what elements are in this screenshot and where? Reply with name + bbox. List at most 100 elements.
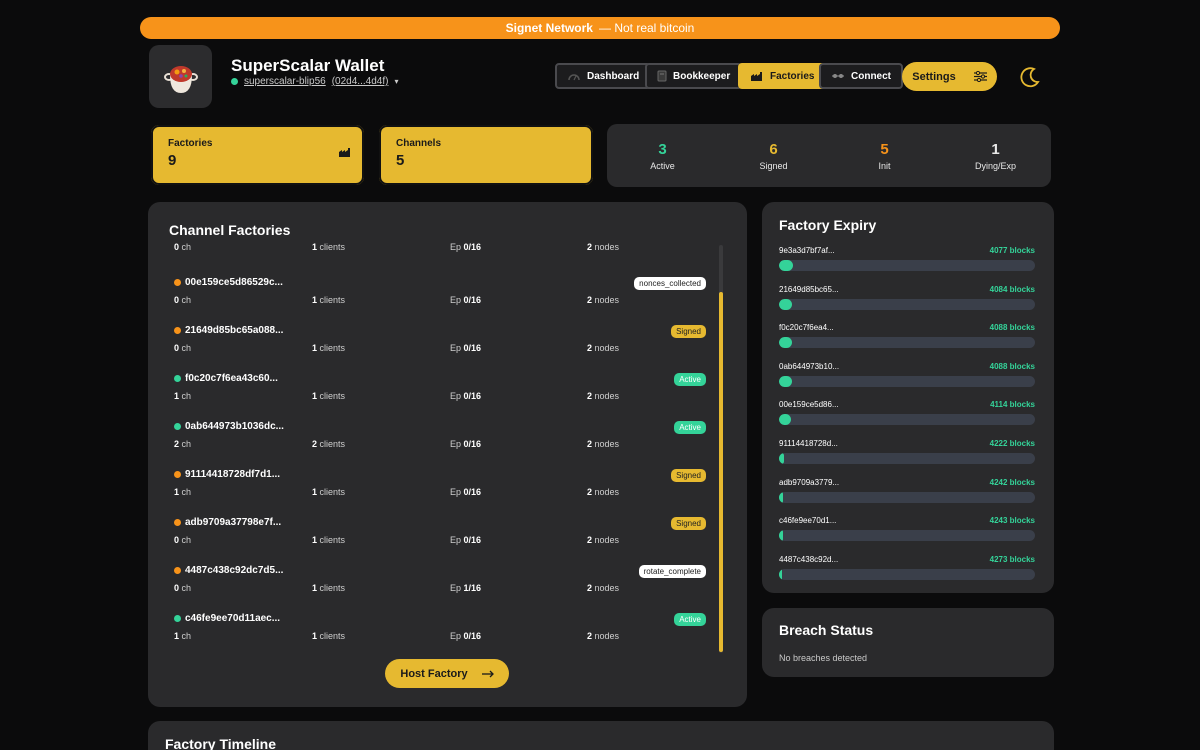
expiry-progress-bar (779, 298, 1035, 310)
expiry-row: f0c20c7f6ea4... 4088 blocks (779, 323, 1035, 349)
scrollbar-thumb[interactable] (719, 292, 723, 652)
expiry-progress-fill (779, 375, 792, 387)
settings-button[interactable]: Settings (902, 62, 997, 91)
factory-row[interactable]: 21649d85bc65a088... Signed 0 ch 1 clients Ep… (169, 314, 717, 362)
factory-row[interactable]: f0c20c7f6ea43c60... Active 1 ch 1 clients Ep… (169, 362, 717, 410)
client-count-unit: clients (319, 242, 346, 252)
epoch: Ep 0/16 (450, 439, 481, 449)
node-count: 2 nodes (587, 295, 619, 305)
node-count-unit: nodes (594, 583, 620, 593)
nav-connect[interactable]: Connect (819, 63, 903, 89)
client-count-value: 1 (312, 631, 318, 641)
factory-row[interactable]: adb9709a37798e7f... Signed 0 ch 1 clients Ep… (169, 506, 717, 554)
channel-count-value: 0 (174, 583, 180, 593)
channel-count: 2 ch (174, 439, 191, 449)
factory-status-summary: 3 Active 6 Signed 5 Init 1 Dying/Exp (607, 124, 1051, 187)
epoch-label: Ep (450, 343, 462, 353)
expiry-factory-id: f0c20c7f6ea4... (779, 323, 834, 333)
epoch-value: 0/16 (463, 535, 482, 545)
epoch-label: Ep (450, 439, 462, 449)
factory-name: 4487c438c92dc7d5... (174, 565, 283, 576)
node-count: 2 nodes (587, 631, 619, 641)
expiry-row: 9e3a3d7bf7af... 4077 blocks (779, 246, 1035, 271)
client-count-unit: clients (319, 535, 346, 545)
channel-count: 0 ch (174, 242, 191, 252)
channel-count-unit: ch (181, 391, 192, 401)
epoch-value: 0/16 (463, 295, 482, 305)
panel-title: Channel Factories (169, 222, 291, 238)
epoch-label: Ep (450, 631, 462, 641)
factories-stat-label: Factories (168, 138, 213, 149)
nav-factories[interactable]: Factories (738, 63, 827, 89)
wallet-title: SuperScalar Wallet (231, 56, 385, 75)
expiry-row: 91114418728d... 4222 blocks (779, 439, 1035, 464)
node-name-link[interactable]: superscalar-blip56 (244, 76, 326, 87)
epoch-value: 0/16 (463, 391, 482, 401)
client-count-value: 1 (312, 487, 318, 497)
client-count: 1 clients (312, 631, 345, 641)
factory-state-dot (174, 375, 181, 382)
factory-id: f0c20c7f6ea43c60... (185, 373, 278, 384)
expiry-row: adb9709a3779... 4242 blocks (779, 478, 1035, 503)
chevron-down-icon[interactable]: ▾ (394, 77, 398, 86)
client-count-unit: clients (319, 343, 346, 353)
expiry-row: 0ab644973b10... 4088 blocks (779, 362, 1035, 387)
expiry-progress-fill (779, 260, 794, 271)
node-count-value: 2 (587, 631, 593, 641)
expiry-progress-fill (779, 530, 783, 542)
expiry-factory-id: 0ab644973b10... (779, 361, 840, 371)
node-count-value: 2 (587, 391, 593, 401)
nav-bookkeeper[interactable]: Bookkeeper (645, 63, 743, 89)
channel-count-value: 0 (174, 343, 180, 353)
node-count-value: 2 (587, 343, 593, 353)
channel-count-unit: ch (181, 295, 192, 305)
nav-dashboard[interactable]: Dashboard (555, 63, 652, 89)
epoch: Ep 0/16 (450, 631, 481, 641)
channel-count-unit: ch (181, 343, 192, 353)
epoch-label: Ep (450, 295, 462, 305)
node-pubkey[interactable]: (02d4...4d4f) (332, 76, 389, 87)
channel-count: 0 ch (174, 535, 191, 545)
client-count: 1 clients (312, 242, 345, 252)
client-count: 1 clients (312, 391, 345, 401)
client-count: 1 clients (312, 487, 345, 497)
expiry-row: 00e159ce5d86... 4114 blocks (779, 400, 1035, 426)
factory-row[interactable]: c46fe9ee70d11aec... Active 1 ch 1 clients Ep… (169, 602, 717, 650)
nav-factories-label: Factories (770, 70, 815, 82)
client-count-value: 1 (312, 535, 318, 545)
expiry-progress-bar (779, 568, 1035, 580)
host-factory-button[interactable]: Host Factory (385, 659, 509, 688)
channel-count: 1 ch (174, 487, 191, 497)
expiry-factory-id: 91114418728d... (779, 439, 838, 448)
factory-state-dot (174, 423, 181, 430)
factory-row[interactable]: 00e159ce5d86529c... nonces_collected 0 ch 1… (169, 266, 717, 314)
node-count-unit: nodes (594, 487, 620, 497)
epoch-label: Ep (450, 242, 462, 252)
epoch: Ep 1/16 (450, 583, 481, 593)
panel-title: Factory Expiry (779, 217, 877, 233)
channel-count-value: 1 (174, 391, 180, 401)
factories-stat-value: 9 (168, 152, 177, 169)
status-badge: Signed (671, 469, 706, 482)
factory-list[interactable]: 0 ch 1 clients Ep 0/16 2 nodes 00e159ce5d865… (169, 242, 717, 654)
node-count-unit: nodes (594, 439, 620, 449)
node-count-value: 2 (587, 439, 593, 449)
factory-row[interactable]: 91114418728df7d1... Signed 1 ch 1 clients Ep… (169, 458, 717, 506)
status-active-count: 3 (658, 140, 667, 158)
wallet-logo (149, 45, 212, 108)
expiry-progress-fill (779, 491, 783, 503)
node-identity[interactable]: superscalar-blip56 (02d4...4d4f) ▾ (231, 76, 398, 87)
client-count-value: 1 (312, 295, 318, 305)
epoch-value: 0/16 (463, 631, 482, 641)
expiry-blocks: 4114 blocks (990, 400, 1035, 410)
status-init: 5 Init (829, 141, 940, 171)
node-count-value: 2 (587, 242, 593, 252)
moon-icon[interactable] (1018, 65, 1042, 89)
factory-state-dot (174, 279, 181, 286)
online-status-dot (231, 78, 238, 85)
factory-row[interactable]: 4487c438c92dc7d5... rotate_complete 0 ch 1 … (169, 554, 717, 602)
factory-row[interactable]: 0ab644973b1036dc... Active 2 ch 2 clients Ep… (169, 410, 717, 458)
factory-icon (339, 148, 350, 157)
node-count: 2 nodes (587, 391, 619, 401)
factory-row[interactable]: 0 ch 1 clients Ep 0/16 2 nodes (169, 242, 717, 266)
